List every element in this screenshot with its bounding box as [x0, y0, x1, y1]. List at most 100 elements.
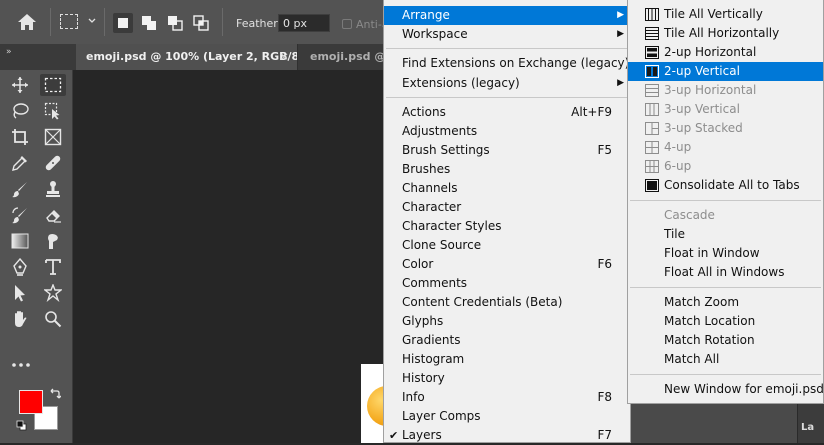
menu-item-gradients[interactable]: Gradients — [384, 331, 630, 350]
submenu-item-match-rotation[interactable]: Match Rotation — [628, 331, 823, 350]
submenu-item-3up-stacked[interactable]: 3-up Stacked — [628, 119, 823, 138]
healing-brush-tool-icon[interactable] — [40, 152, 66, 174]
submenu-item-2up-horizontal[interactable]: 2-up Horizontal — [628, 43, 823, 62]
submenu-item-3up-horizontal[interactable]: 3-up Horizontal — [628, 81, 823, 100]
submenu-item-tile-all-vertically[interactable]: Tile All Vertically — [628, 5, 823, 24]
lasso-tool-icon[interactable] — [7, 100, 33, 122]
document-canvas[interactable] — [361, 364, 383, 443]
submenu-item-match-all[interactable]: Match All — [628, 350, 823, 369]
chevron-down-icon[interactable] — [87, 15, 97, 27]
swap-colors-icon[interactable] — [49, 388, 61, 400]
clone-stamp-tool-icon[interactable] — [40, 178, 66, 200]
new-selection-button[interactable] — [113, 13, 133, 33]
three-up-horizontal-icon — [645, 84, 659, 97]
menu-item-shortcut: F6 — [597, 257, 612, 271]
intersect-with-selection-button[interactable] — [191, 13, 211, 33]
menu-item-channels[interactable]: Channels — [384, 179, 630, 198]
menu-item-brushes[interactable]: Brushes — [384, 160, 630, 179]
gradient-tool-icon[interactable] — [7, 230, 33, 252]
menu-separator — [630, 287, 821, 288]
submenu-item-cascade[interactable]: Cascade — [628, 206, 823, 225]
home-icon[interactable] — [14, 11, 40, 33]
move-tool-icon[interactable] — [7, 74, 33, 96]
divider — [222, 8, 223, 36]
close-tab-icon[interactable]: × — [280, 44, 289, 70]
collapse-panel-icon[interactable]: » — [6, 47, 11, 57]
eraser-tool-icon[interactable] — [40, 204, 66, 226]
add-to-selection-button[interactable] — [139, 13, 159, 33]
object-selection-tool-icon[interactable] — [40, 100, 66, 122]
menu-item-workspace[interactable]: Workspace ▶ — [384, 25, 630, 44]
rectangular-marquee-preset-icon[interactable] — [60, 14, 78, 29]
menu-item-label: Extensions (legacy) — [402, 76, 520, 90]
anti-alias-checkbox[interactable] — [342, 19, 352, 29]
rectangular-marquee-tool-icon[interactable] — [40, 74, 66, 96]
submenu-item-6up[interactable]: 6-up — [628, 157, 823, 176]
divider — [50, 8, 51, 36]
submenu-item-label: Tile — [664, 227, 686, 241]
menu-item-layers[interactable]: ✔ Layers F7 — [384, 426, 630, 445]
subtract-from-selection-button[interactable] — [165, 13, 185, 33]
edit-toolbar-ellipsis-icon[interactable] — [10, 360, 32, 370]
menu-separator — [630, 200, 821, 201]
menu-item-history[interactable]: History — [384, 369, 630, 388]
submenu-arrow-icon: ▶ — [617, 29, 624, 39]
submenu-item-tile[interactable]: Tile — [628, 225, 823, 244]
menu-item-label: Character — [402, 200, 462, 214]
history-brush-tool-icon[interactable] — [7, 204, 33, 226]
menu-item-histogram[interactable]: Histogram — [384, 350, 630, 369]
menu-item-layer-comps[interactable]: Layer Comps — [384, 407, 630, 426]
type-tool-icon[interactable] — [40, 256, 66, 278]
submenu-item-tile-all-horizontally[interactable]: Tile All Horizontally — [628, 24, 823, 43]
custom-shape-tool-icon[interactable] — [40, 282, 66, 304]
menu-item-label: Layer Comps — [402, 409, 481, 423]
foreground-color-swatch[interactable] — [19, 390, 43, 414]
menu-item-brush-settings[interactable]: Brush Settings F5 — [384, 141, 630, 160]
submenu-item-3up-vertical[interactable]: 3-up Vertical — [628, 100, 823, 119]
menu-item-character[interactable]: Character — [384, 198, 630, 217]
document-canvas-area[interactable] — [73, 70, 383, 443]
two-up-vertical-icon — [645, 65, 659, 78]
zoom-tool-icon[interactable] — [40, 308, 66, 330]
menu-item-clone-source[interactable]: Clone Source — [384, 236, 630, 255]
menu-item-color[interactable]: Color F6 — [384, 255, 630, 274]
submenu-item-consolidate-all-to-tabs[interactable]: Consolidate All to Tabs — [628, 176, 823, 195]
two-up-horizontal-icon — [645, 46, 659, 59]
menu-item-extensions-legacy[interactable]: Extensions (legacy) ▶ — [384, 74, 630, 93]
menu-item-info[interactable]: Info F8 — [384, 388, 630, 407]
menu-item-label: Comments — [402, 276, 468, 290]
menu-separator — [630, 374, 821, 375]
submenu-item-label: 3-up Vertical — [664, 102, 740, 116]
feather-input[interactable] — [278, 14, 330, 32]
menu-item-character-styles[interactable]: Character Styles — [384, 217, 630, 236]
menu-item-label: Clone Source — [402, 238, 482, 252]
frame-tool-icon[interactable] — [40, 126, 66, 148]
menu-item-actions[interactable]: Actions Alt+F9 — [384, 103, 630, 122]
path-selection-tool-icon[interactable] — [7, 282, 33, 304]
smudge-tool-icon[interactable] — [40, 230, 66, 252]
submenu-item-label: Match Location — [664, 314, 756, 328]
submenu-item-4up[interactable]: 4-up — [628, 138, 823, 157]
menu-item-arrange[interactable]: Arrange ▶ — [384, 6, 630, 25]
submenu-item-match-zoom[interactable]: Match Zoom — [628, 293, 823, 312]
eyedropper-tool-icon[interactable] — [7, 152, 33, 174]
submenu-item-match-location[interactable]: Match Location — [628, 312, 823, 331]
hand-tool-icon[interactable] — [7, 308, 33, 330]
crop-tool-icon[interactable] — [7, 126, 33, 148]
submenu-item-2up-vertical[interactable]: 2-up Vertical — [628, 62, 823, 81]
tab-label: emoji.psd @ 100% (Layer 2, RGB/8#) — [86, 50, 298, 63]
submenu-item-new-window[interactable]: New Window for emoji.psd — [628, 380, 824, 399]
default-colors-icon[interactable] — [16, 420, 27, 431]
document-tab-active[interactable]: emoji.psd @ 100% (Layer 2, RGB/8#) × — [76, 44, 298, 70]
document-tab[interactable]: emoji.psd @ 1 — [300, 44, 390, 70]
menu-item-glyphs[interactable]: Glyphs — [384, 312, 630, 331]
menu-item-adjustments[interactable]: Adjustments — [384, 122, 630, 141]
brush-tool-icon[interactable] — [7, 178, 33, 200]
submenu-item-float-all-in-windows[interactable]: Float All in Windows — [628, 263, 823, 282]
submenu-item-float-in-window[interactable]: Float in Window — [628, 244, 823, 263]
menu-item-comments[interactable]: Comments — [384, 274, 630, 293]
pen-tool-icon[interactable] — [7, 256, 33, 278]
menu-item-content-credentials[interactable]: Content Credentials (Beta) — [384, 293, 630, 312]
menu-item-shortcut: F7 — [597, 428, 612, 442]
menu-item-find-extensions[interactable]: Find Extensions on Exchange (legacy)... — [384, 54, 641, 73]
